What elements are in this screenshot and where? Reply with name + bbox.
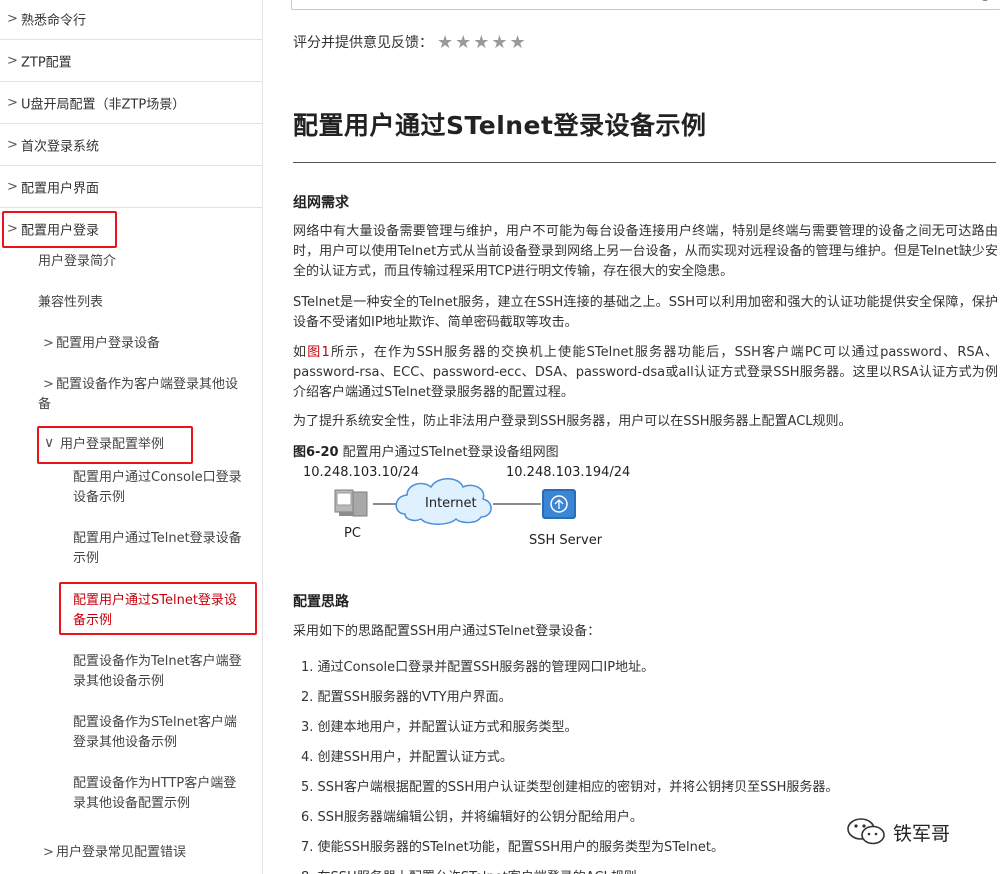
sidebar-item-label: ZTP配置: [21, 55, 72, 70]
list-item: 8. 在SSH服务器上配置允许STelnet客户端登录的ACL规则。: [301, 866, 650, 874]
sidebar-example-label: 登录其他设备示例: [73, 735, 178, 750]
section-heading-approach: 配置思路: [293, 594, 349, 610]
chevron-right-icon: >: [7, 11, 18, 26]
list-item: 4. 创建SSH用户，并配置认证方式。: [301, 750, 513, 765]
list-item: 5. SSH客户端根据配置的SSH用户认证类型创建相应的密钥对，并将公钥拷贝至S…: [301, 780, 839, 795]
sidebar-example-telnet-client[interactable]: 配置设备作为Telnet客户端登 录其他设备示例: [73, 652, 242, 692]
page-title: 配置用户通过STelnet登录设备示例: [293, 111, 707, 140]
pc-label: PC: [344, 526, 361, 541]
network-diagram: 10.248.103.10/24 10.248.103.194/24 Inter…: [293, 462, 633, 554]
search-icon[interactable]: [980, 0, 990, 1]
section-heading-requirements: 组网需求: [293, 195, 349, 211]
paragraph-3-text: 所示，在作为SSH服务器的交换机上使能STelnet服务器功能后，SSH客户端P…: [293, 345, 998, 400]
chevron-right-icon: >: [7, 95, 18, 110]
rating-stars[interactable]: ★★★★★: [437, 32, 528, 53]
list-item: 7. 使能SSH服务器的STelnet功能，配置SSH用户的服务类型为STeln…: [301, 840, 724, 855]
sidebar-item-label: 配置用户界面: [21, 181, 100, 196]
sidebar-example-label: 录其他设备示例: [73, 674, 165, 689]
sidebar-example-telnet[interactable]: 配置用户通过Telnet登录设备 示例: [73, 529, 242, 569]
paragraph-3-prefix: 如: [293, 345, 308, 360]
ssh-server-icon: [542, 489, 576, 519]
sidebar-example-label: 配置设备作为HTTP客户端登: [73, 776, 237, 791]
chevron-right-icon: >: [7, 179, 18, 194]
highlight-box: [59, 582, 257, 635]
sidebar-item-user-interface[interactable]: > 配置用户界面: [0, 166, 262, 208]
chevron-right-icon: >: [43, 336, 54, 351]
rating-label: 评分并提供意见反馈：: [293, 35, 433, 51]
sidebar-sub-config-device[interactable]: > 配置用户登录设备: [43, 334, 256, 354]
approach-intro: 采用如下的思路配置SSH用户通过STelnet登录设备：: [293, 624, 601, 639]
paragraph-4: 为了提升系统安全性，防止非法用户登录到SSH服务器，用户可以在SSH服务器上配置…: [293, 414, 852, 429]
sidebar-sub-compat[interactable]: 兼容性列表: [38, 293, 103, 313]
pc-icon: [334, 489, 368, 517]
paragraph-1: 网络中有大量设备需要管理与维护，用户不可能为每台设备连接用户终端，特别是终端与需…: [293, 224, 998, 279]
sidebar-example-label: 配置设备作为Telnet客户端登: [73, 654, 242, 669]
paragraph-3: 如图1所示，在作为SSH服务器的交换机上使能STelnet服务器功能后，SSH客…: [293, 343, 998, 403]
sidebar-example-label: 设备示例: [73, 490, 126, 505]
sidebar-example-console[interactable]: 配置用户通过Console口登录 设备示例: [73, 468, 242, 508]
sidebar-item-usb[interactable]: > U盘开局配置（非ZTP场景）: [0, 82, 262, 124]
sidebar-sub-faq[interactable]: > 用户登录常见配置错误: [43, 843, 256, 863]
wechat-icon: [847, 818, 885, 845]
sidebar-item-ztp[interactable]: > ZTP配置: [0, 40, 262, 82]
watermark-text: 铁军哥: [893, 823, 951, 845]
sidebar-item-label: 熟悉命令行: [21, 13, 87, 28]
sidebar-example-label: 配置用户通过Telnet登录设备: [73, 531, 242, 546]
sidebar-example-label: 配置设备作为STelnet客户端: [73, 715, 237, 730]
figure-title: 配置用户通过STelnet登录设备组网图: [338, 445, 559, 460]
search-input[interactable]: [291, 0, 1000, 10]
chevron-right-icon: >: [7, 53, 18, 68]
watermark: 铁军哥: [845, 816, 975, 846]
chevron-right-icon: >: [7, 137, 18, 152]
chevron-right-icon: >: [43, 377, 54, 392]
figure-caption: 图6-20 配置用户通过STelnet登录设备组网图: [293, 441, 559, 460]
figure-number: 图6-20: [293, 445, 339, 460]
paragraph-2: STelnet是一种安全的Telnet服务，建立在SSH连接的基础之上。SSH可…: [293, 295, 998, 330]
list-item: 3. 创建本地用户，并配置认证方式和服务类型。: [301, 720, 578, 735]
sidebar-item-label: U盘开局配置（非ZTP场景）: [21, 97, 186, 112]
list-item: 2. 配置SSH服务器的VTY用户界面。: [301, 690, 512, 705]
chevron-right-icon: >: [43, 845, 54, 860]
figure-link[interactable]: 图1: [307, 345, 330, 360]
sidebar-item-cli[interactable]: > 熟悉命令行: [0, 0, 262, 40]
sidebar-nav: > 熟悉命令行 > ZTP配置 > U盘开局配置（非ZTP场景） > 首次登录系…: [0, 0, 263, 874]
sidebar-sub-label: 配置用户登录设备: [56, 336, 161, 351]
highlight-box: [2, 211, 117, 248]
title-divider: [293, 162, 996, 163]
sidebar-sub-label: 用户登录常见配置错误: [56, 845, 187, 860]
sidebar-example-label: 示例: [73, 551, 100, 566]
sidebar-example-label: 配置用户通过Console口登录: [73, 470, 242, 485]
sidebar-item-label: 首次登录系统: [21, 139, 100, 154]
internet-label: Internet: [425, 496, 477, 511]
sidebar-sub-intro[interactable]: 用户登录简介: [38, 252, 116, 272]
list-item: 1. 通过Console口登录并配置SSH服务器的管理网口IP地址。: [301, 660, 655, 675]
sidebar-sub-client-login-cont[interactable]: 备: [38, 395, 51, 415]
rating-bar: 评分并提供意见反馈： ★★★★★: [293, 32, 528, 53]
sidebar-sub-client-login[interactable]: > 配置设备作为客户端登录其他设: [43, 375, 261, 395]
sidebar-example-stelnet-client[interactable]: 配置设备作为STelnet客户端 登录其他设备示例: [73, 713, 237, 753]
highlight-box: [37, 426, 193, 464]
server-label: SSH Server: [529, 533, 603, 548]
sidebar-item-first-login[interactable]: > 首次登录系统: [0, 124, 262, 166]
list-item: 6. SSH服务器端编辑公钥，并将编辑好的公钥分配给用户。: [301, 810, 643, 825]
sidebar-sub-label: 配置设备作为客户端登录其他设: [56, 377, 239, 392]
sidebar-example-http-client[interactable]: 配置设备作为HTTP客户端登 录其他设备配置示例: [73, 774, 236, 814]
sidebar-example-label: 录其他设备配置示例: [73, 796, 191, 811]
main-content: 评分并提供意见反馈： ★★★★★ 配置用户通过STelnet登录设备示例 组网需求…: [263, 0, 1000, 874]
